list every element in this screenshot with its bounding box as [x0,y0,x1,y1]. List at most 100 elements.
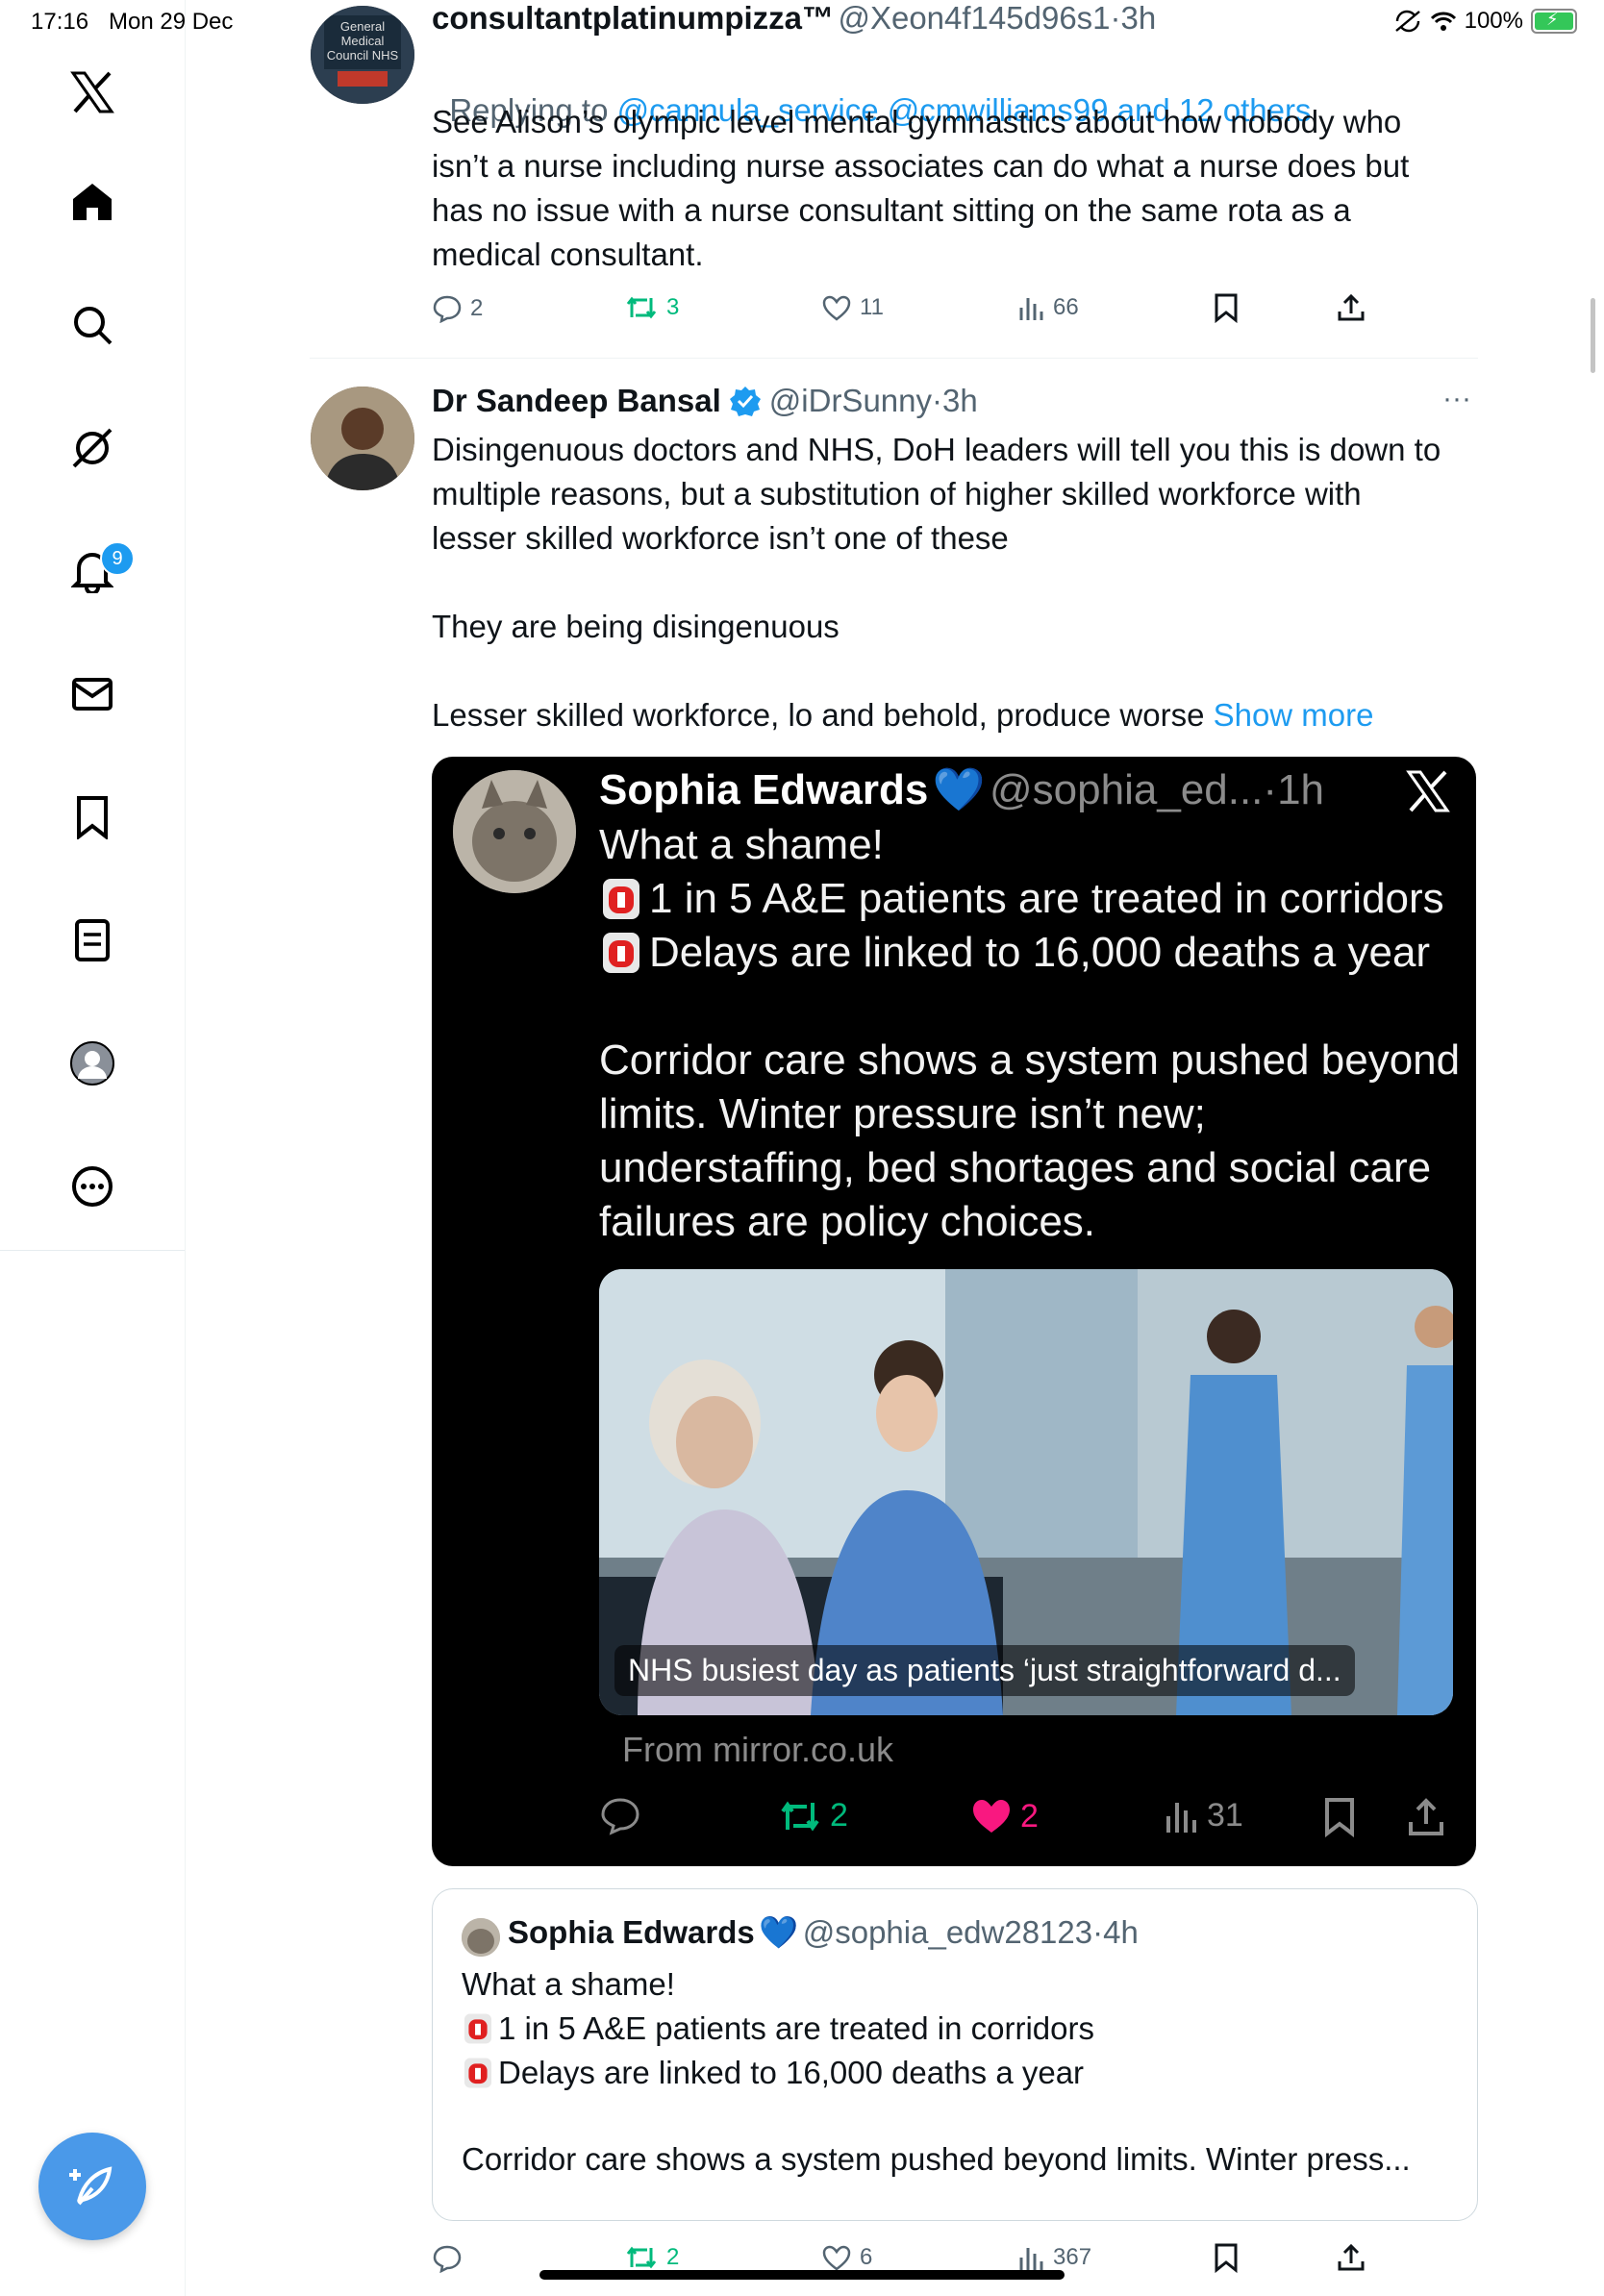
tweet1-display-name[interactable]: consultantplatinumpizza™ [432,0,834,36]
embed-header: Sophia Edwards 💙 @sophia_ed...·1h [599,764,1324,814]
tweet2-separator: · [932,383,943,418]
tweet2-repost-button[interactable]: 2 [624,2244,679,2271]
tweet1-bookmark-button[interactable] [1213,292,1240,323]
embed-time: 1h [1277,766,1325,813]
embed-bullet1: 1 in 5 A&E patients are treated in corri… [599,872,1444,926]
grok-icon[interactable] [63,419,121,477]
tweet2-repost-count: 2 [666,2244,680,2270]
views-chart-icon [1019,298,1043,320]
sidebar-divider [0,1250,185,1251]
tweet2-share-button[interactable] [1336,2242,1366,2273]
quote-line1: What a shame! [462,1966,675,2002]
tweet1-actions: 2 3 11 66 [432,290,1393,329]
quote-header: Sophia Edwards 💙 @sophia_edw28123·4h [508,1914,1139,1952]
siren-emoji-icon [464,2013,492,2044]
embed-bullet1-text: 1 in 5 A&E patients are treated in corri… [649,875,1444,922]
embedded-screenshot-image[interactable]: Sophia Edwards 💙 @sophia_ed...·1h What a… [432,757,1476,1866]
embed-bullet2: Delays are linked to 16,000 deaths a yea… [599,926,1430,980]
quote-bullet2: Delays are linked to 16,000 deaths a yea… [462,2051,1084,2095]
embed-heart-filled-icon [973,1800,1010,1833]
share-icon [1338,2243,1365,2271]
tweet1-views-button[interactable]: 66 [1016,294,1079,321]
tweet1-view-count: 66 [1053,294,1079,320]
search-icon[interactable] [63,296,121,354]
tweet1-repost-button[interactable]: 3 [624,294,679,321]
show-more-link[interactable]: Show more [1214,697,1374,733]
profile-avatar-icon[interactable] [63,1035,121,1092]
embed-bullet2-text: Delays are linked to 16,000 deaths a yea… [649,929,1431,976]
home-icon[interactable] [63,173,121,231]
tweet2-reply-button[interactable] [432,2244,470,2273]
views-chart-icon [1019,2248,1043,2270]
embed-views-icon [1166,1802,1196,1833]
embed-repost-count: 2 [830,1797,848,1834]
rotation-lock-icon [1394,10,1420,33]
more-options-icon[interactable] [63,1158,121,1215]
tweet2-more-options-icon[interactable]: ··· [1442,383,1471,415]
tweet1-text: See Alison’s olympic level mental gymnas… [432,104,1410,272]
bookmark-icon [1215,2243,1238,2273]
notification-count-badge: 9 [100,541,135,576]
tweet2-header: Dr Sandeep Bansal @iDrSunny·3h [432,383,978,419]
embed-separator: · [1263,766,1278,813]
tweet2-bookmark-button[interactable] [1213,2242,1240,2273]
tweet1-reply-button[interactable]: 2 [432,294,483,323]
scrollbar[interactable] [1591,298,1595,373]
x-logo-icon[interactable] [63,63,121,121]
repost-icon [626,296,657,319]
sidebar: 9 [0,0,186,2296]
heart-icon [822,295,851,321]
quote-avatar [462,1918,500,1957]
embed-blue-heart-emoji: 💙 [932,766,986,813]
embed-actions: 2 2 31 [599,1797,1445,1845]
tweet1-header: consultantplatinumpizza™ @Xeon4f145d96s1… [432,0,1156,37]
quote-paragraph: Corridor care shows a system pushed beyo… [462,2141,1411,2177]
tweet1-handle[interactable]: @Xeon4f145d96s1 [838,0,1110,36]
quoted-post-card[interactable]: Sophia Edwards 💙 @sophia_edw28123·4h Wha… [432,1888,1478,2221]
heart-icon [822,2245,851,2271]
tweet2-avatar[interactable] [311,387,414,490]
embed-share-icon [1407,1797,1445,1837]
embed-handle: @sophia_ed... [990,766,1264,813]
compose-feather-icon [69,2166,113,2206]
quote-display-name: Sophia Edwards [508,1914,755,1950]
quote-time: 4h [1103,1914,1139,1950]
embed-repost-icon [781,1801,819,1831]
lists-icon[interactable] [63,911,121,969]
tweet1-repost-count: 3 [666,294,680,320]
embed-paragraph: Corridor care shows a system pushed beyo… [599,1036,1461,1245]
tweet1-time: 3h [1120,0,1157,36]
repost-icon [626,2246,657,2269]
embed-x-logo-icon [1406,770,1450,812]
quote-bullet1-text: 1 in 5 A&E patients are treated in corri… [498,2010,1095,2046]
status-right: 100% ⚡ [1393,8,1577,35]
tweet1-like-button[interactable]: 11 [821,294,884,321]
messages-mail-icon[interactable] [63,665,121,723]
bookmarks-icon[interactable] [63,788,121,846]
siren-emoji-icon [603,933,639,973]
embed-display-name: Sophia Edwards [599,766,929,813]
embed-link-source: From mirror.co.uk [622,1730,894,1769]
share-icon [1338,293,1365,321]
siren-emoji-icon [603,879,639,919]
tweet2-display-name[interactable]: Dr Sandeep Bansal [432,383,721,419]
tweet1-avatar[interactable]: General Medical Council NHS [311,6,414,104]
tweet1-like-count: 11 [860,294,884,320]
tweet1-share-button[interactable] [1336,292,1366,323]
compose-post-button[interactable] [38,2133,146,2240]
bookmark-icon [1215,293,1238,323]
quote-blue-heart-emoji: 💙 [759,1914,799,1950]
quote-bullet2-text: Delays are linked to 16,000 deaths a yea… [498,2055,1085,2090]
embed-link-caption: NHS busiest day as patients ‘just straig… [614,1645,1355,1696]
tweet1-avatar-text: General Medical Council NHS [326,19,399,62]
reply-icon [433,2245,462,2273]
tweet2-like-button[interactable]: 6 [821,2244,872,2271]
tweet2-handle[interactable]: @iDrSunny [769,383,932,418]
home-indicator[interactable] [539,2270,1065,2280]
tweet2-views-button[interactable]: 367 [1016,2244,1091,2271]
embed-bookmark-icon [1322,1797,1357,1837]
embed-reply-icon [599,1797,641,1835]
verified-badge-icon [729,387,761,416]
embed-repost: 2 [778,1797,848,1834]
quote-separator: · [1092,1914,1104,1950]
